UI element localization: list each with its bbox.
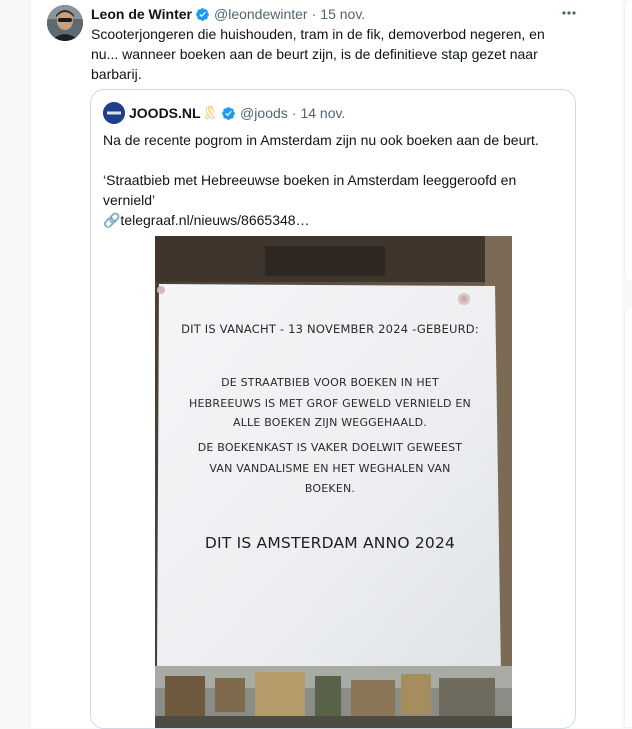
separator-dot: · [291, 105, 297, 121]
quote-date[interactable]: 14 nov. [300, 105, 345, 121]
quote-line: Na de recente pogrom in Amsterdam zijn n… [103, 132, 539, 148]
author-handle[interactable]: @leondewinter [214, 6, 308, 22]
sign-line: DIT IS VANACHT - 13 NOVEMBER 2024 -GEBEU… [181, 322, 479, 336]
quoted-tweet[interactable]: JOODS.NL 🎗 @joods · 14 nov. Na de recent… [90, 89, 576, 729]
sign-paragraph-line: HEBREEUWS IS MET GROF GEWELD VERNIELD EN [189, 397, 471, 410]
sign-paragraph-line: ALLE BOEKEN ZIJN WEGGEHAALD. [233, 416, 427, 429]
quote-author-handle[interactable]: @joods [240, 105, 288, 121]
more-options-icon[interactable] [560, 4, 578, 22]
sign-paragraph-line: DE BOEKENKAST IS VAKER DOELWIT GEWEEST [197, 441, 463, 454]
quote-avatar [103, 102, 125, 124]
link[interactable]: 🔗telegraaf.nl/nieuws/8665348… [103, 210, 563, 230]
tweet-header: Leon de Winter @leondewinter · 15 nov. [91, 4, 365, 24]
author-name[interactable]: Leon de Winter [91, 6, 192, 22]
sign-paragraph-line: DE STRAATBIEB VOOR BOEKEN IN HET [221, 376, 439, 389]
sidebar-card [624, 0, 632, 282]
separator-dot: · [311, 6, 317, 22]
quote-photo[interactable]: DIT IS VANACHT - 13 NOVEMBER 2024 -GEBEU… [155, 236, 512, 728]
avatar[interactable] [47, 5, 83, 41]
sidebar-card [624, 306, 632, 728]
verified-badge-icon [196, 7, 209, 21]
sign-headline: DIT IS AMSTERDAM ANNO 2024 [204, 534, 456, 552]
quote-headline: ‘Straatbieb met Hebreeuwse boeken in Ams… [103, 172, 517, 208]
quote-header: JOODS.NL 🎗 @joods · 14 nov. [103, 102, 345, 124]
verified-badge-icon [222, 106, 235, 120]
tweet-text: Scooterjongeren die huishouden, tram in … [91, 26, 545, 82]
tweet-date[interactable]: 15 nov. [320, 6, 365, 22]
sign-paragraph-line: BOEKEN. [304, 482, 356, 495]
ribbon-icon: 🎗 [201, 105, 219, 120]
quote-author-name[interactable]: JOODS.NL [129, 105, 201, 121]
quote-text: Na de recente pogrom in Amsterdam zijn n… [103, 130, 563, 230]
sign-paragraph-line: VAN VANDALISME EN HET WEGHALEN VAN [209, 462, 451, 475]
